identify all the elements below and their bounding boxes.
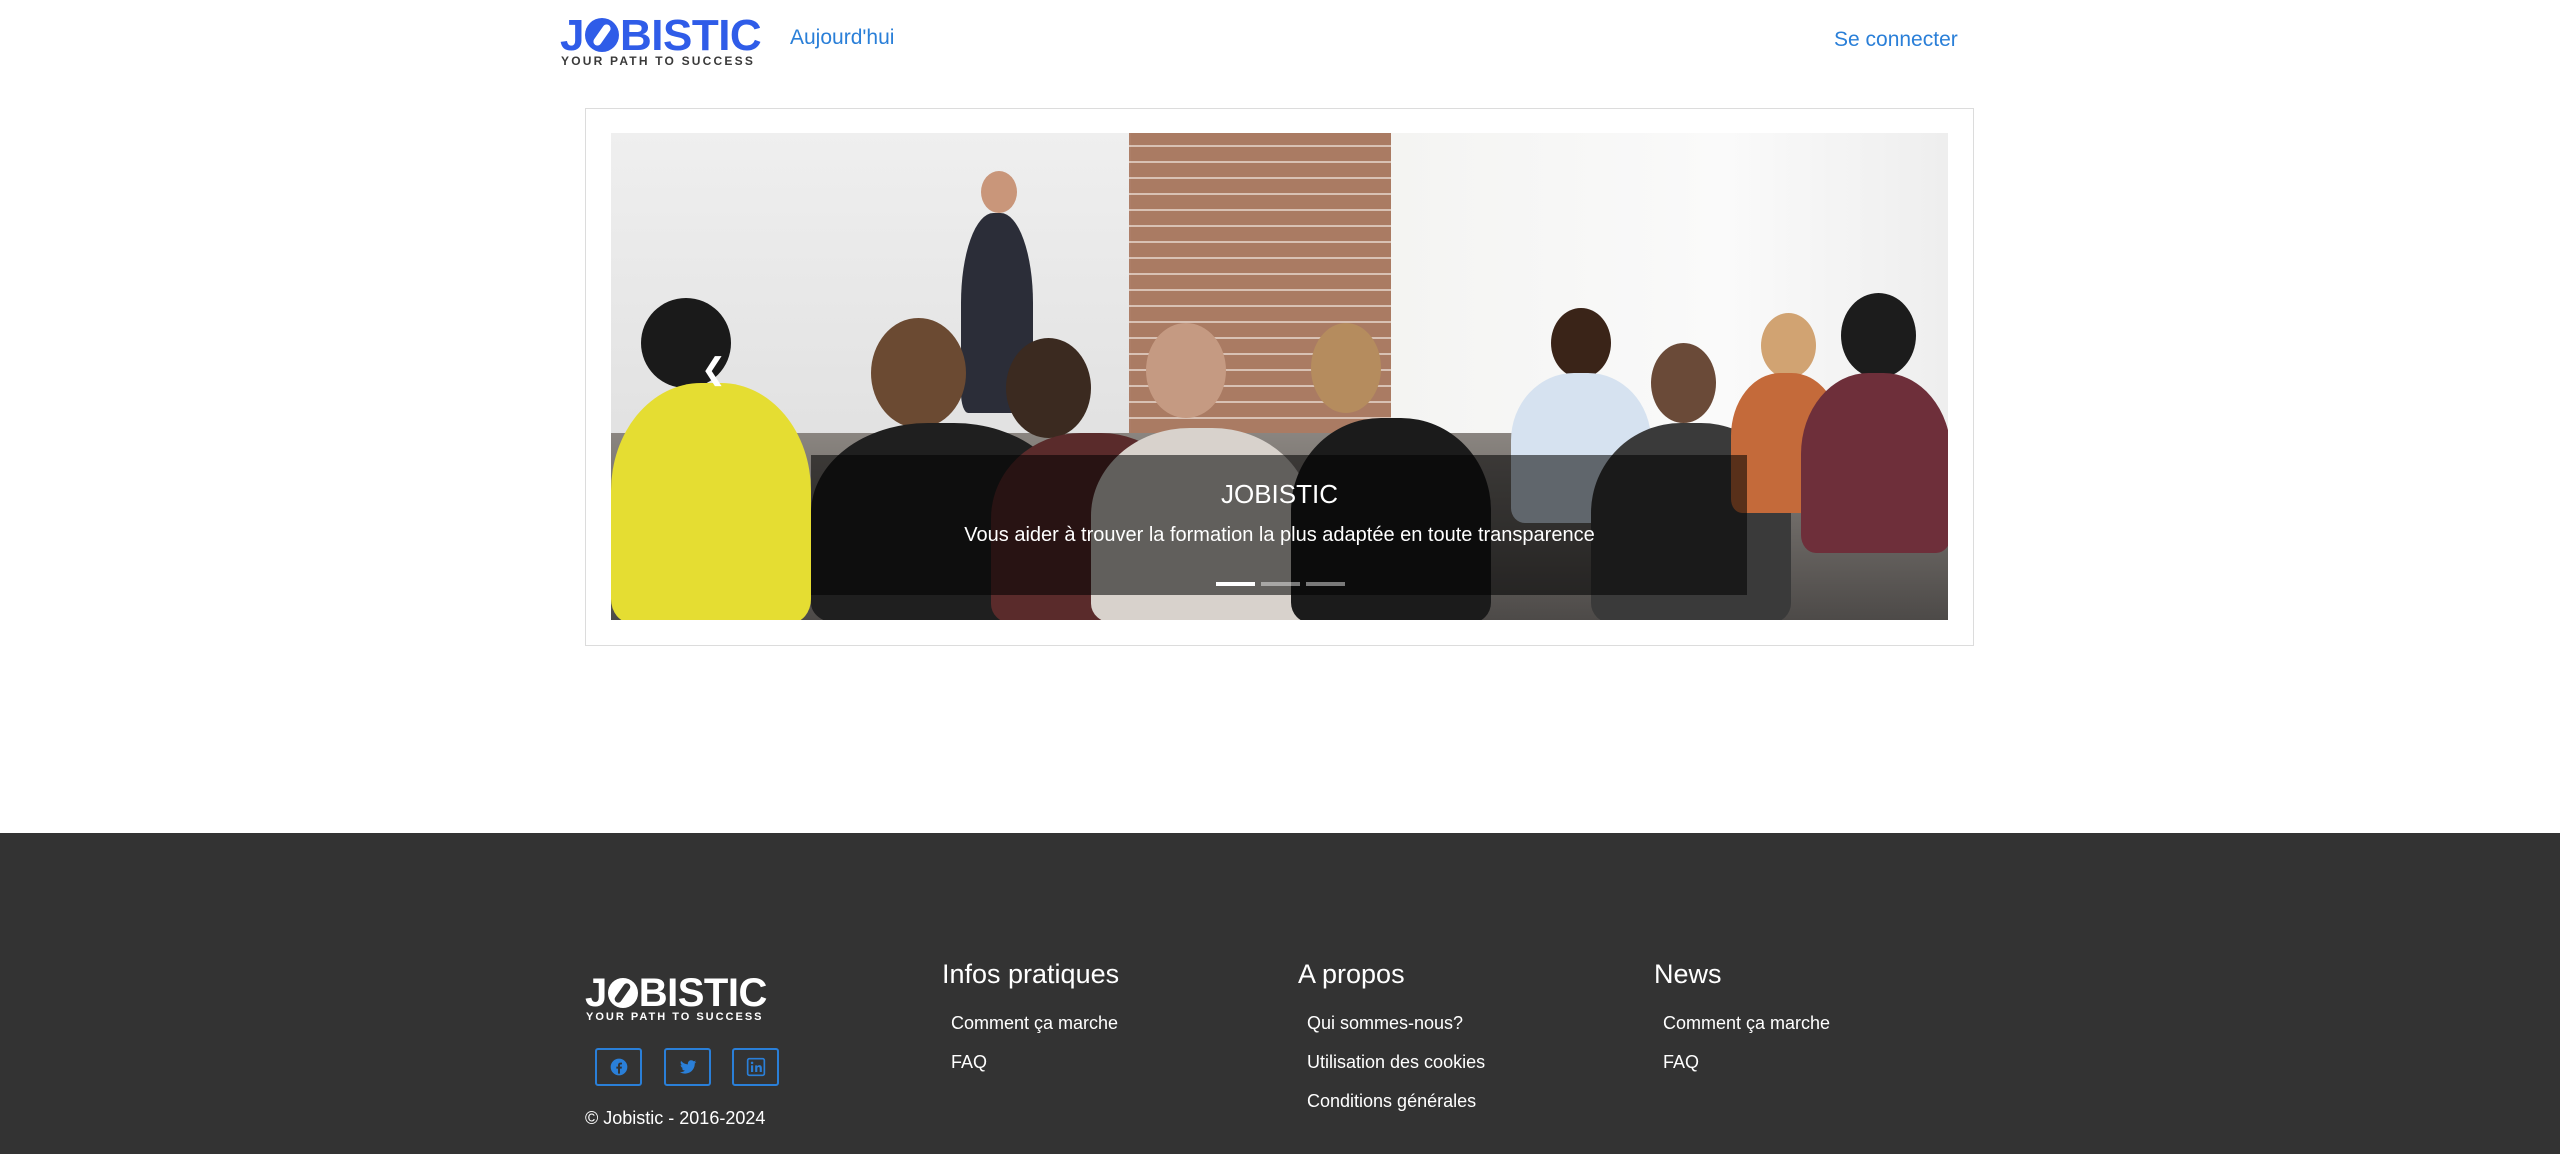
logo-o-icon (584, 18, 619, 52)
copyright-text: © Jobistic - 2016-2024 (585, 1108, 766, 1128)
logo-tagline: YOUR PATH TO SUCCESS (561, 54, 756, 68)
footer-column-apropos: A propos Qui sommes-nous? Utilisation de… (1298, 959, 1485, 1121)
chevron-left-icon[interactable]: ❮ (701, 355, 726, 385)
login-link[interactable]: Se connecter (1834, 28, 1958, 52)
footer-heading-news: News (1654, 959, 1722, 989)
jobistic-logo[interactable]: J BISTIC YOUR PATH TO SUCCESS (560, 11, 766, 68)
carousel-indicator-3[interactable] (1306, 582, 1345, 586)
footer-link-comment-ca-marche[interactable]: Comment ça marche (951, 1004, 1119, 1043)
footer-link-cookies[interactable]: Utilisation des cookies (1307, 1043, 1485, 1082)
footer-column-news: News Comment ça marche FAQ (1654, 959, 1830, 1082)
footer-heading-infos: Infos pratiques (942, 959, 1120, 989)
linkedin-icon[interactable] (732, 1048, 779, 1086)
carousel-indicators (1216, 582, 1345, 586)
hero-carousel[interactable]: ❮ JOBISTIC Vous aider à trouver la forma… (611, 133, 1948, 620)
footer-link-news-faq[interactable]: FAQ (1663, 1043, 1830, 1082)
footer-heading-apropos: A propos (1298, 959, 1405, 989)
footer-logo-o-icon (607, 978, 638, 1008)
nav-link-today[interactable]: Aujourd'hui (790, 26, 894, 50)
footer-logo-tagline: YOUR PATH TO SUCCESS (586, 1011, 764, 1023)
footer-link-news-comment-ca-marche[interactable]: Comment ça marche (1663, 1004, 1830, 1043)
facebook-icon[interactable] (595, 1048, 642, 1086)
footer-link-qui-sommes-nous[interactable]: Qui sommes-nous? (1307, 1004, 1485, 1043)
top-navbar: J BISTIC YOUR PATH TO SUCCESS Aujourd'hui… (0, 0, 2560, 80)
twitter-icon[interactable] (664, 1048, 711, 1086)
site-footer: J BISTIC YOUR PATH TO SUCCESS © Jobistic … (0, 833, 2560, 1154)
footer-logo-wordmark: J BISTIC (585, 971, 767, 1015)
footer-logo[interactable]: J BISTIC YOUR PATH TO SUCCESS (585, 971, 781, 1023)
carousel-caption-title: JOBISTIC (1220, 479, 1338, 509)
footer-link-conditions[interactable]: Conditions générales (1307, 1082, 1485, 1121)
carousel-indicator-2[interactable] (1261, 582, 1300, 586)
footer-column-infos: Infos pratiques Comment ça marche FAQ (942, 959, 1119, 1082)
carousel-caption-text: Vous aider à trouver la formation la plu… (964, 524, 1595, 546)
footer-link-faq[interactable]: FAQ (951, 1043, 1119, 1082)
logo-wordmark: J BISTIC (560, 11, 762, 60)
carousel-indicator-1[interactable] (1216, 582, 1255, 586)
